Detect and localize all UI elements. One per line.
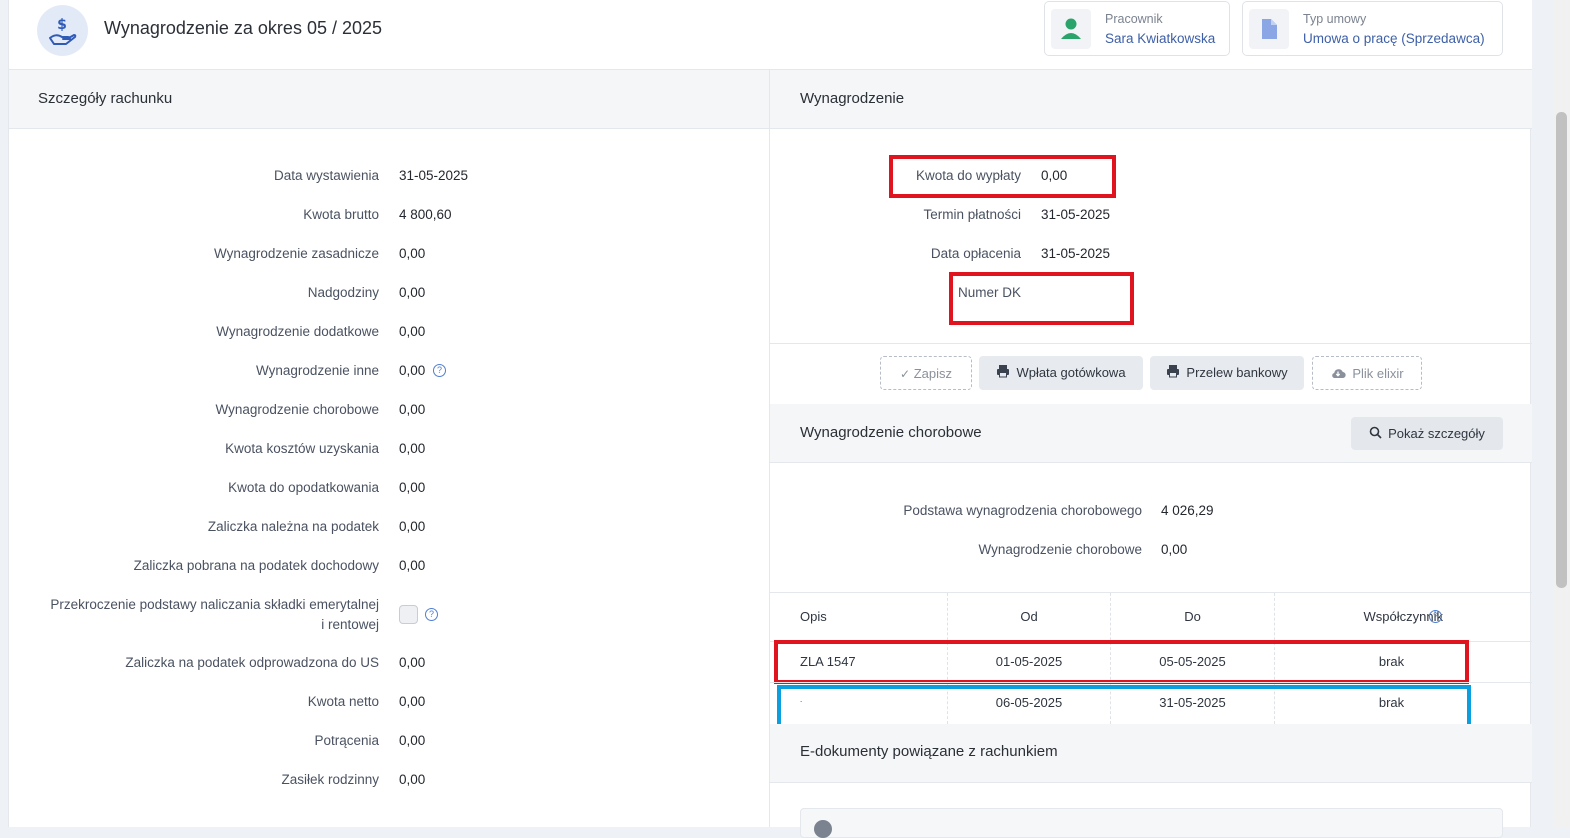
sick-pay-label: Wynagrodzenie chorobowe (215, 402, 379, 417)
tax-paid-us-label: Zaliczka na podatek odprowadzona do US (125, 655, 379, 670)
sick-pay-title: Wynagrodzenie chorobowe (800, 424, 982, 441)
column-header-opis: Opis (800, 609, 827, 624)
taxable-amount-label: Kwota do opodatkowania (228, 480, 379, 495)
cash-payment-button[interactable]: Wpłata gotówkowa (979, 356, 1143, 390)
scrollbar-thumb[interactable] (1556, 112, 1567, 588)
tax-due-label: Zaliczka należna na podatek (207, 519, 379, 534)
overtime-label: Nadgodziny (307, 285, 379, 300)
net-amount-value: 0,00 (399, 694, 426, 709)
account-details-header: Szczegóły rachunku (9, 70, 769, 129)
additional-salary-value: 0,00 (399, 324, 426, 339)
exceed-label-line1: Przekroczenie podstawy naliczania składk… (50, 597, 379, 612)
sick-pay-header: Wynagrodzenie chorobowe Pokaż szczegóły (770, 404, 1532, 463)
document-icon (1249, 9, 1289, 49)
help-icon[interactable]: ? (425, 608, 438, 621)
gross-amount-value: 4 800,60 (399, 207, 452, 222)
due-date-label: Termin płatności (923, 207, 1021, 222)
employee-card[interactable]: Pracownik Sara Kwiatkowska (1044, 1, 1230, 56)
employee-label: Pracownik (1105, 12, 1163, 26)
issue-date-label: Data wystawienia (273, 168, 379, 183)
column-header-od: Od (1020, 609, 1038, 624)
payroll-page: $ Wynagrodzenie za okres 05 / 2025 Praco… (8, 0, 1532, 838)
base-salary-label: Wynagrodzenie zasadnicze (214, 246, 379, 261)
tax-due-value: 0,00 (399, 519, 426, 534)
costs-value: 0,00 (399, 441, 426, 456)
contract-type-link[interactable]: Umowa o pracę (Sprzedawca) (1303, 31, 1485, 46)
sick-row-highlight (774, 640, 1469, 684)
divider (770, 592, 1532, 593)
exceed-checkbox[interactable] (399, 605, 418, 624)
save-button[interactable]: ✓ Zapisz (880, 356, 972, 390)
sick-base-value: 4 026,29 (1161, 503, 1214, 518)
additional-salary-label: Wynagrodzenie dodatkowe (216, 324, 379, 339)
column-header-wspolczynnik: Współczynnik (1363, 609, 1443, 624)
deductions-label: Potrącenia (314, 733, 379, 748)
issue-date-value: 31-05-2025 (399, 168, 469, 183)
cloud-download-icon (1330, 358, 1346, 392)
page-title: Wynagrodzenie za okres 05 / 2025 (104, 18, 383, 38)
tax-collected-value: 0,00 (399, 558, 426, 573)
family-allowance-label: Zasiłek rodzinny (281, 772, 379, 787)
sick-pay-value: 0,00 (399, 402, 426, 417)
bank-transfer-button[interactable]: Przelew bankowy (1150, 356, 1304, 390)
printer-icon (1166, 357, 1180, 391)
payout-highlight (889, 155, 1116, 198)
overtime-value: 0,00 (399, 285, 426, 300)
tax-collected-label: Zaliczka pobrana na podatek dochodowy (133, 558, 379, 573)
dk-number-highlight (949, 272, 1134, 325)
taxable-amount-value: 0,00 (399, 480, 426, 495)
tax-paid-us-value: 0,00 (399, 655, 426, 670)
net-amount-label: Kwota netto (307, 694, 379, 709)
sick-base-label: Podstawa wynagrodzenia chorobowego (903, 503, 1142, 518)
sick-pay-amount-label: Wynagrodzenie chorobowe (978, 542, 1142, 557)
help-icon[interactable]: ? (1429, 610, 1442, 623)
page-header: $ Wynagrodzenie za okres 05 / 2025 Praco… (9, 0, 1532, 70)
contract-card[interactable]: Typ umowy Umowa o pracę (Sprzedawca) (1242, 1, 1503, 56)
divider (770, 343, 1532, 344)
edocuments-header: E-dokumenty powiązane z rachunkiem (770, 724, 1532, 783)
paid-date-value: 31-05-2025 (1041, 246, 1111, 261)
column-header-do: Do (1184, 609, 1201, 624)
base-salary-value: 0,00 (399, 246, 426, 261)
salary-header: Wynagrodzenie (770, 70, 1532, 129)
divider (770, 682, 1532, 683)
other-salary-label: Wynagrodzenie inne (256, 363, 379, 378)
account-details-title: Szczegóły rachunku (38, 90, 173, 107)
search-icon (1369, 418, 1382, 451)
gross-amount-label: Kwota brutto (303, 207, 379, 222)
show-details-button[interactable]: Pokaż szczegóły (1351, 417, 1503, 450)
svg-text:$: $ (57, 17, 67, 33)
employee-name-link[interactable]: Sara Kwiatkowska (1105, 31, 1215, 46)
check-icon: ✓ (900, 367, 911, 381)
contract-label: Typ umowy (1303, 12, 1367, 26)
edocuments-title: E-dokumenty powiązane z rachunkiem (800, 743, 1058, 760)
user-icon (1051, 9, 1091, 49)
paid-date-label: Data opłacenia (930, 246, 1021, 261)
salary-title: Wynagrodzenie (800, 90, 905, 107)
salary-hand-icon: $ (37, 5, 88, 56)
sick-pay-amount-value: 0,00 (1161, 542, 1188, 557)
costs-label: Kwota kosztów uzyskania (225, 441, 379, 456)
exceed-label-line2: i rentowej (321, 617, 379, 632)
edocuments-info-box (800, 808, 1503, 838)
help-icon[interactable]: ? (433, 364, 446, 377)
other-salary-value: 0,00 (399, 363, 426, 378)
deductions-value: 0,00 (399, 733, 426, 748)
family-allowance-value: 0,00 (399, 772, 426, 787)
info-icon (814, 820, 832, 838)
due-date-value: 31-05-2025 (1041, 207, 1111, 222)
printer-icon (996, 357, 1010, 391)
elixir-file-button[interactable]: Plik elixir (1312, 356, 1422, 390)
